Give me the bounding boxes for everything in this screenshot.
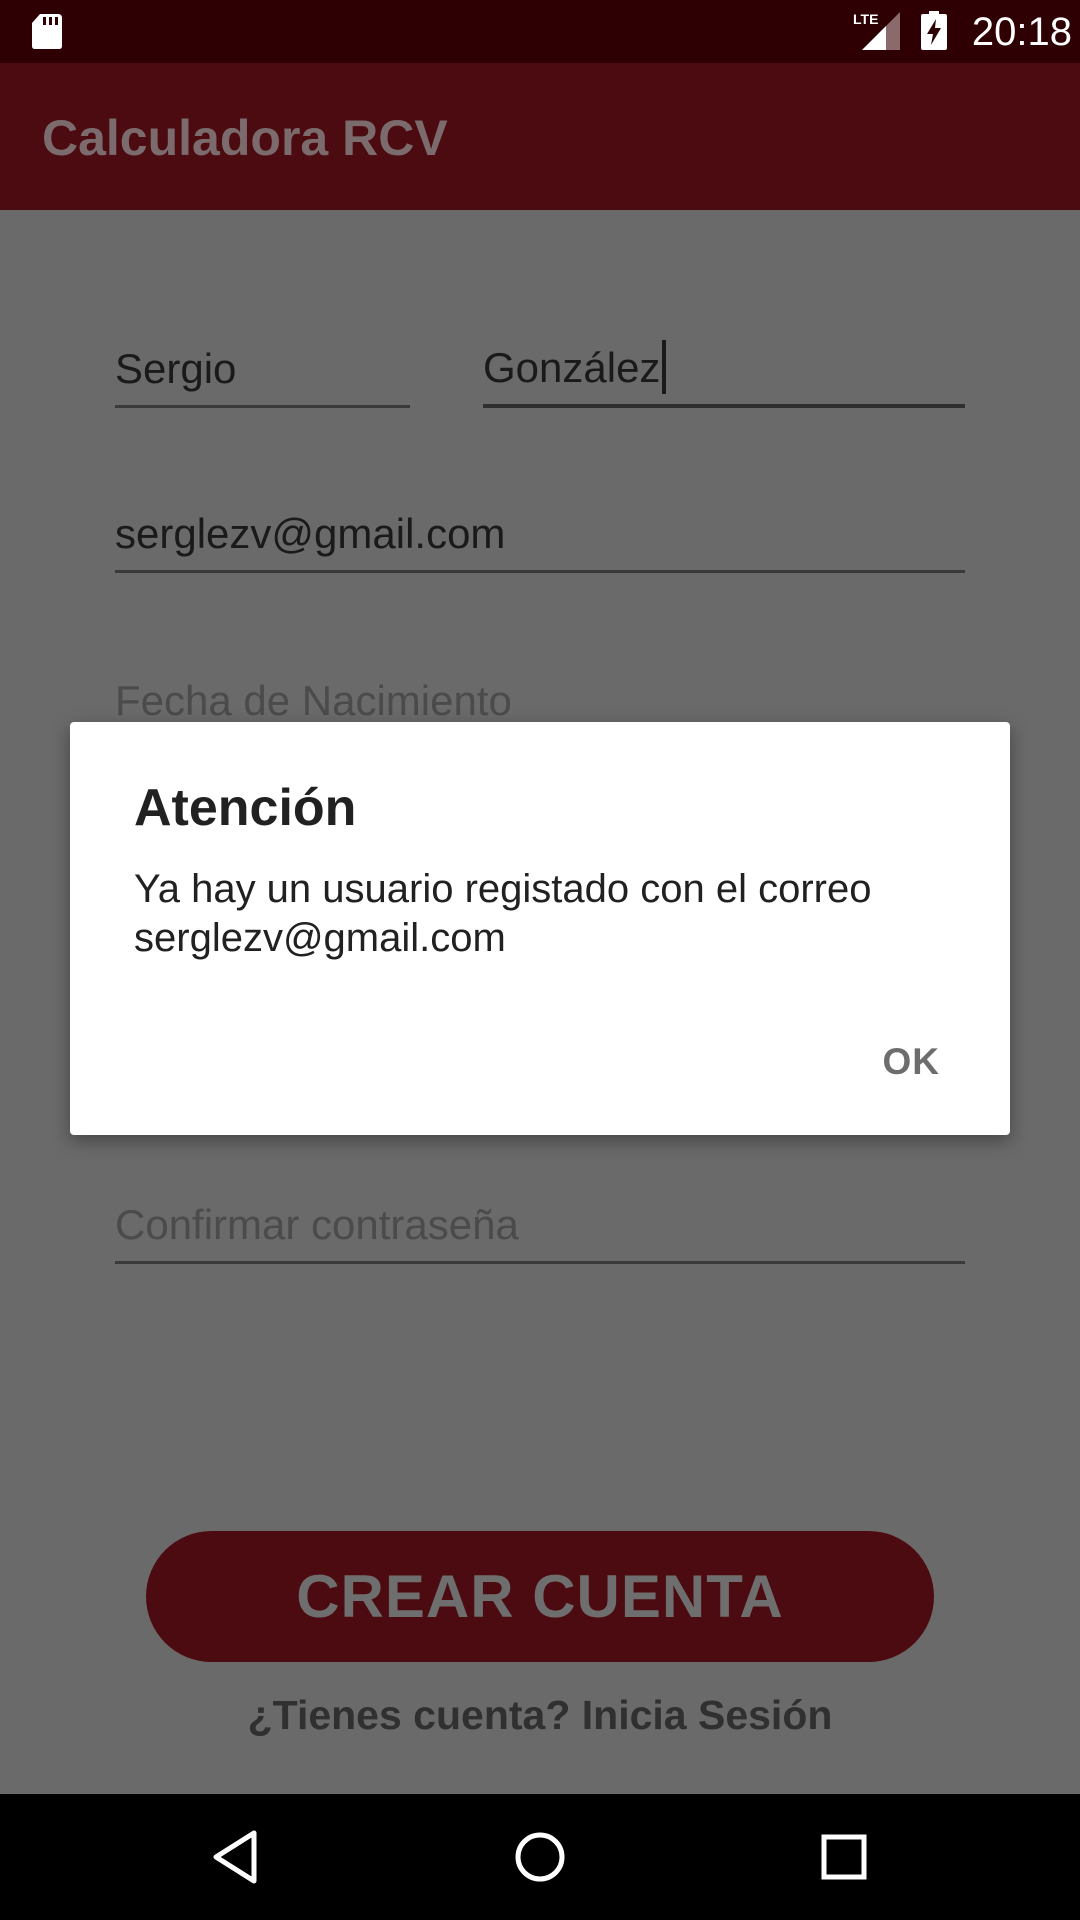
alert-dialog: Atención Ya hay un usuario registado con… — [70, 722, 1010, 1135]
app-title: Calculadora RCV — [42, 110, 448, 166]
status-bar: LTE 20:18 — [0, 0, 1080, 63]
dialog-message-line: Ya hay un usuario registado con el corre… — [134, 867, 872, 911]
dialog-message: Ya hay un usuario registado con el corre… — [134, 865, 954, 963]
status-time: 20:18 — [971, 10, 1072, 54]
confirm-password-field[interactable]: Confirmar contraseña — [115, 1194, 965, 1264]
lte-signal-icon: LTE — [853, 11, 900, 50]
first-name-value: Sergio — [115, 345, 237, 392]
email-field[interactable]: serglezv@gmail.com — [115, 503, 965, 573]
last-name-value: González — [483, 344, 661, 391]
recents-icon[interactable] — [812, 1825, 876, 1889]
last-name-field[interactable]: González — [483, 338, 965, 408]
create-account-button[interactable]: CREAR CUENTA — [146, 1531, 934, 1662]
birth-date-placeholder: Fecha de Nacimiento — [115, 677, 512, 724]
battery-charging-icon — [921, 11, 947, 50]
dialog-message-email: serglezv@gmail.com — [134, 916, 506, 960]
first-name-field[interactable]: Sergio — [115, 338, 410, 408]
app-bar: Calculadora RCV — [0, 63, 1080, 210]
text-cursor — [662, 340, 667, 394]
ok-button[interactable]: OK — [883, 1034, 941, 1090]
sd-card-icon — [32, 14, 62, 49]
login-link[interactable]: ¿Tienes cuenta? Inicia Sesión — [0, 1687, 1080, 1743]
back-icon[interactable] — [204, 1825, 268, 1889]
home-icon[interactable] — [508, 1825, 572, 1889]
confirm-password-placeholder: Confirmar contraseña — [115, 1201, 519, 1248]
email-value: serglezv@gmail.com — [115, 510, 506, 557]
lte-label: LTE — [853, 11, 878, 27]
navigation-bar — [0, 1794, 1080, 1920]
dialog-title: Atención — [134, 779, 357, 837]
